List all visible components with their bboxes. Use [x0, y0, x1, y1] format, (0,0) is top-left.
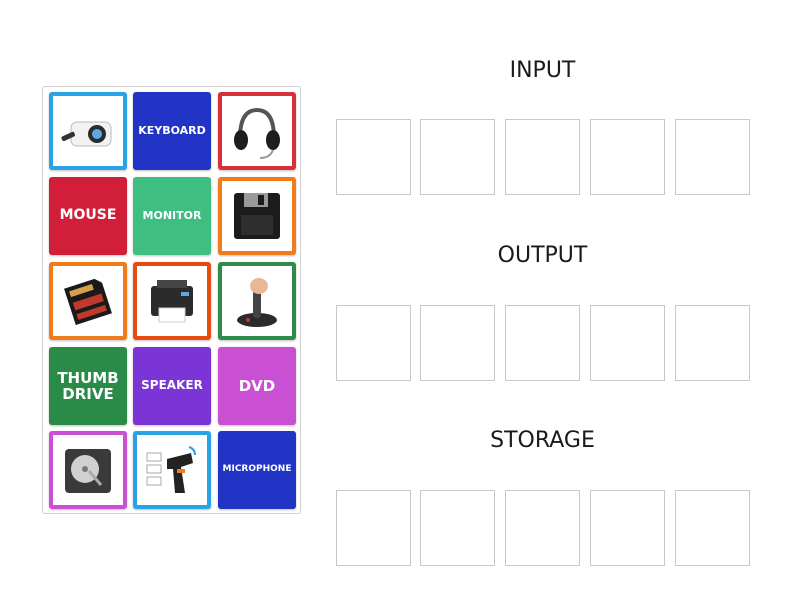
tile-text-3[interactable]: MOUSE — [49, 177, 127, 255]
drop-slot-input[interactable] — [675, 119, 750, 195]
drop-slot-output[interactable] — [590, 305, 665, 381]
category-title-storage: STORAGE — [490, 428, 595, 453]
drop-slot-storage[interactable] — [420, 490, 495, 566]
drop-slot-storage[interactable] — [675, 490, 750, 566]
tile-label: MOUSE — [59, 207, 117, 224]
tile-label: MONITOR — [142, 208, 202, 222]
hard-drive-icon — [57, 439, 119, 501]
tile-tray: KEYBOARD MOUSE MONITOR THUMB DRIVE SPEAK… — [42, 86, 301, 514]
drop-slot-storage[interactable] — [590, 490, 665, 566]
headphones-icon — [226, 100, 288, 162]
drop-slot-output[interactable] — [675, 305, 750, 381]
drop-slot-input[interactable] — [336, 119, 411, 195]
tile-sd-card[interactable] — [49, 262, 127, 340]
drop-slot-output[interactable] — [420, 305, 495, 381]
tile-text-10[interactable]: SPEAKER — [133, 347, 211, 425]
projector-icon — [57, 100, 119, 162]
tile-text-9[interactable]: THUMB DRIVE — [49, 347, 127, 425]
tile-barcode-scanner[interactable] — [133, 431, 211, 509]
tile-label: KEYBOARD — [138, 123, 206, 137]
barcode-scanner-icon — [141, 439, 203, 501]
tile-text-11[interactable]: DVD — [218, 347, 296, 425]
joystick-icon — [226, 270, 288, 332]
tile-label: SPEAKER — [141, 378, 203, 393]
tile-printer[interactable] — [133, 262, 211, 340]
category-title-output: OUTPUT — [497, 243, 588, 268]
tile-headphones[interactable] — [218, 92, 296, 170]
tile-label: MICROPHONE — [222, 464, 292, 475]
drop-slot-input[interactable] — [590, 119, 665, 195]
floppy-disk-icon — [226, 185, 288, 247]
drop-slot-output[interactable] — [336, 305, 411, 381]
tile-label: THUMB DRIVE — [57, 368, 119, 403]
tile-text-1[interactable]: KEYBOARD — [133, 92, 211, 170]
tile-label: DVD — [238, 376, 276, 395]
tile-projector[interactable] — [49, 92, 127, 170]
category-title-input: INPUT — [509, 58, 576, 83]
drop-slot-storage[interactable] — [336, 490, 411, 566]
tile-joystick[interactable] — [218, 262, 296, 340]
drop-slot-input[interactable] — [505, 119, 580, 195]
drop-slot-output[interactable] — [505, 305, 580, 381]
drop-slot-input[interactable] — [420, 119, 495, 195]
drop-slot-storage[interactable] — [505, 490, 580, 566]
tile-text-14[interactable]: MICROPHONE — [218, 431, 296, 509]
tile-floppy-disk[interactable] — [218, 177, 296, 255]
printer-icon — [141, 270, 203, 332]
tile-text-4[interactable]: MONITOR — [133, 177, 211, 255]
tile-hard-drive[interactable] — [49, 431, 127, 509]
sd-card-icon — [57, 270, 119, 332]
